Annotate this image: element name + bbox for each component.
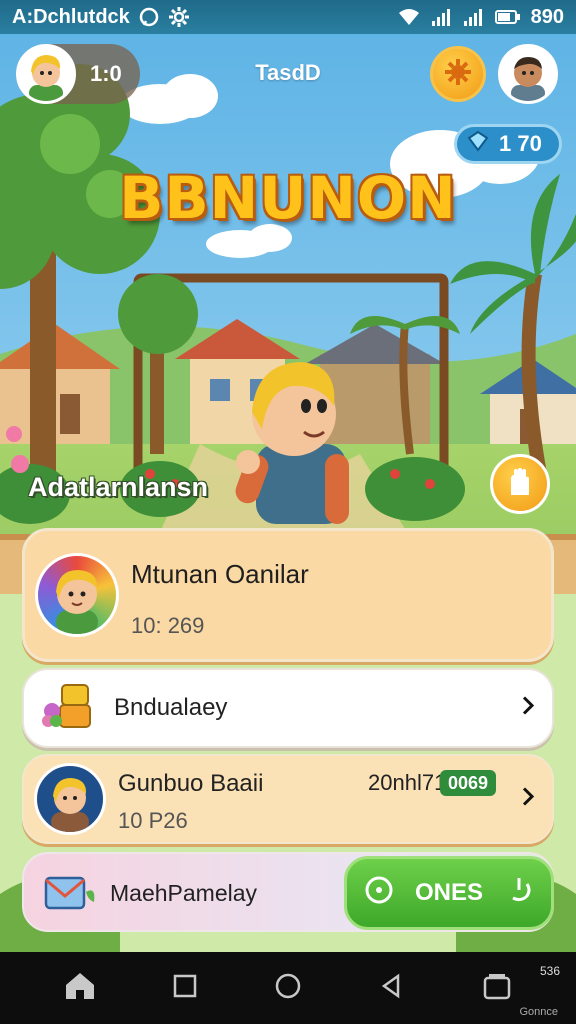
play-button[interactable]: ONES (344, 856, 554, 930)
gem-counter[interactable]: 1 70 (454, 124, 562, 164)
status-app-name: A:Dchlutdck (12, 5, 130, 28)
system-nav-bar: 536 Gonnce (0, 952, 576, 1024)
recents-icon[interactable] (481, 970, 513, 1007)
friend-progress-text: 20nhl71 (368, 770, 447, 795)
home-icon[interactable] (63, 969, 97, 1008)
chevron-right-icon (520, 786, 536, 813)
wifi-icon (397, 7, 421, 27)
gear-icon (168, 6, 190, 28)
friend-stat: 10 P26 (118, 808, 188, 833)
signal-icon (431, 7, 453, 27)
game-logo: BBNUNON (119, 164, 457, 232)
play-button-label: ONES (414, 879, 483, 906)
profile-avatar-button[interactable] (498, 44, 558, 104)
chevron-right-icon (520, 695, 536, 722)
back-icon[interactable] (378, 972, 406, 1005)
location-label: Adatlarnlansn (28, 472, 209, 502)
player-portrait-image (56, 570, 98, 634)
mail-icon (42, 872, 98, 921)
player-profile-card[interactable]: Mtunan Oanilar 10: 269 (22, 528, 554, 662)
settings-button[interactable] (430, 46, 486, 102)
avatar (34, 763, 106, 835)
interact-button[interactable] (490, 454, 550, 514)
gem-icon (465, 130, 491, 158)
inventory-icon (40, 681, 94, 736)
message-card[interactable]: MaehPamelay ONES (22, 852, 554, 932)
item-label: Bndualaey (114, 694, 228, 721)
gear-icon (443, 57, 473, 92)
circle-icon[interactable] (273, 971, 303, 1006)
gem-count: 1 70 (499, 131, 542, 156)
square-icon[interactable] (172, 973, 198, 1004)
status-badge: 0069 (440, 770, 497, 796)
nav-corner-label: Gonnce (519, 1006, 558, 1018)
player-stat: 10: 269 (131, 613, 205, 638)
signal-icon (463, 7, 485, 27)
battery-icon (494, 9, 521, 25)
status-bar: A:Dchlutdck 890 (0, 0, 576, 34)
friend-avatar-image (501, 47, 555, 101)
clock-icon (363, 874, 395, 913)
nav-corner-value: 536 (539, 964, 560, 978)
player-name: Mtunan Oanilar (131, 559, 309, 589)
hand-icon (503, 465, 537, 504)
avatar (35, 553, 119, 637)
status-time: 890 (530, 5, 564, 28)
friend-name: Gunbuo Baaii (118, 770, 264, 797)
whatsapp-icon (138, 6, 160, 28)
list-item[interactable]: Bndualaey (22, 668, 554, 748)
refresh-icon (503, 874, 535, 913)
list-item[interactable]: Gunbuo Baaii 10 P26 20nhl71 0069 (22, 754, 554, 844)
game-scene: 1:0 TasdD 1 70 BBNUNON Adatlarnlansn Mtu… (0, 34, 576, 952)
message-label: MaehPamelay (110, 880, 258, 906)
friend-portrait-image (51, 778, 89, 832)
screen-title: TasdD (255, 60, 321, 85)
